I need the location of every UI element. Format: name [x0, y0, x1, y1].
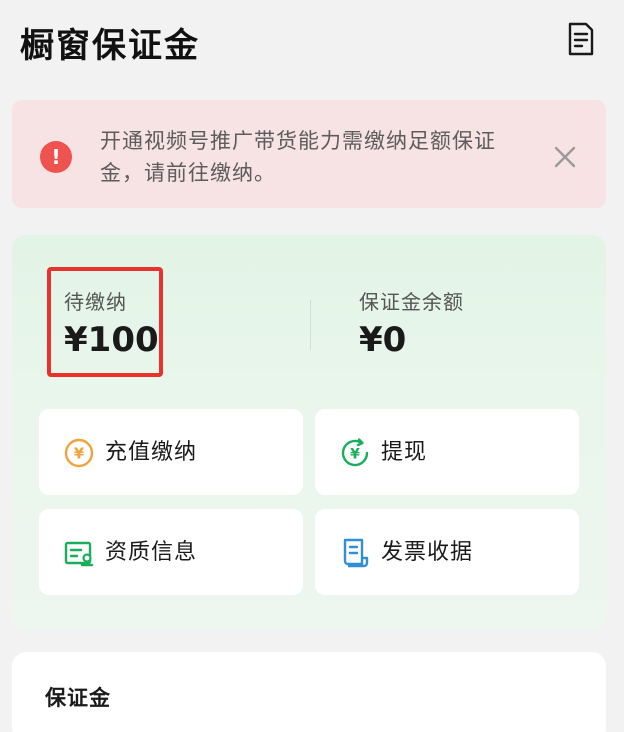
- pending-value: ¥100: [64, 320, 159, 360]
- svg-text:¥: ¥: [350, 447, 360, 463]
- invoice-label: 发票收据: [381, 540, 474, 565]
- yen-withdraw-icon: ¥: [339, 437, 371, 469]
- alert-text: 开通视频号推广带货能力需缴纳足额保证金，请前往缴纳。: [100, 129, 496, 185]
- qualification-button[interactable]: 资质信息: [39, 509, 303, 595]
- deposit-section-title: 保证金: [45, 686, 111, 710]
- balance-label: 保证金余额: [359, 290, 464, 314]
- receipt-list-icon[interactable]: [566, 22, 596, 56]
- certificate-icon: [63, 537, 95, 569]
- close-icon[interactable]: [551, 143, 579, 171]
- invoice-icon: [339, 537, 371, 569]
- yen-coin-icon: ¥: [63, 437, 95, 469]
- header: 橱窗保证金: [0, 0, 624, 90]
- divider: [310, 300, 311, 350]
- withdraw-button[interactable]: ¥ 提现: [315, 409, 579, 495]
- withdraw-label: 提现: [381, 440, 428, 465]
- invoice-button[interactable]: 发票收据: [315, 509, 579, 595]
- page-title: 橱窗保证金: [20, 26, 200, 66]
- svg-text:¥: ¥: [74, 445, 85, 463]
- recharge-label: 充值缴纳: [105, 440, 198, 465]
- pending-label: 待缴纳: [64, 290, 127, 314]
- exclamation-icon: !: [40, 141, 72, 173]
- recharge-button[interactable]: ¥ 充值缴纳: [39, 409, 303, 495]
- balance-value: ¥0: [359, 320, 407, 360]
- qualification-label: 资质信息: [105, 540, 198, 565]
